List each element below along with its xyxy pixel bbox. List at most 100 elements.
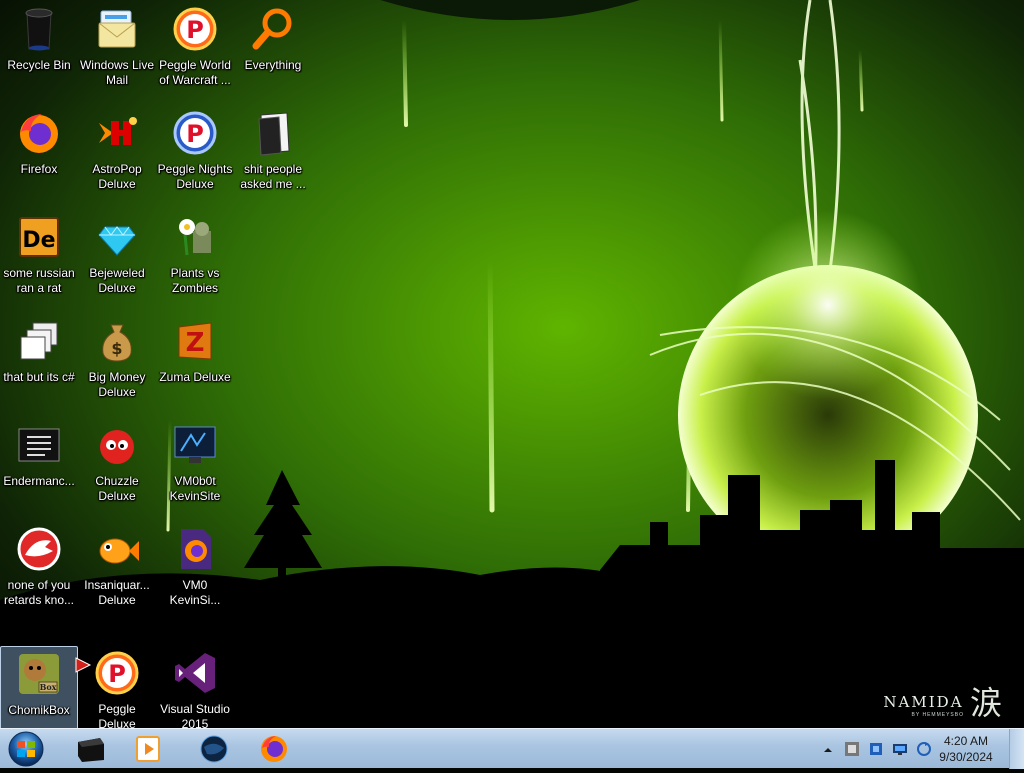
chuzzle-icon: [93, 421, 141, 469]
taskbar-clock[interactable]: 4:20 AM 9/30/2024: [936, 733, 996, 765]
taskbar-pinned-firefox[interactable]: [248, 731, 300, 767]
desktop-icon[interactable]: Insaniquar... Deluxe: [78, 522, 156, 624]
svg-text:Z: Z: [186, 328, 205, 358]
taskbar-pinned-app-1[interactable]: [64, 731, 116, 767]
desktop-icon[interactable]: AstroPop Deluxe: [78, 106, 156, 208]
desktop-icon-label: Plants vs Zombies: [170, 266, 220, 295]
desktop-icon-label: Bejeweled Deluxe: [89, 266, 145, 295]
show-desktop-button[interactable]: [1009, 729, 1024, 769]
tray-security-button[interactable]: [868, 741, 884, 757]
peggle-icon: P: [93, 649, 141, 697]
desktop-icon-label: some russian ran a rat: [3, 266, 75, 295]
firefox-document-icon: [171, 525, 219, 573]
desktop-icon[interactable]: Firefox: [0, 106, 78, 208]
desktop-icon-label: AstroPop Deluxe: [92, 162, 142, 191]
magnifier-icon: [249, 5, 297, 53]
desktop-icon[interactable]: Everything: [234, 2, 312, 104]
desktop-icon[interactable]: Recycle Bin: [0, 2, 78, 104]
desktop-icon-label: Chuzzle Deluxe: [95, 474, 139, 503]
desktop-icon-label: shit people asked me ...: [240, 162, 306, 191]
desktop-icon[interactable]: De some russian ran a rat: [0, 210, 78, 312]
desktop-icon[interactable]: Windows Live Mail: [78, 2, 156, 104]
desktop-icon[interactable]: Chuzzle Deluxe: [78, 418, 156, 520]
taskbar-pinned-app-2[interactable]: [122, 731, 174, 767]
shortcut-arrow-overlay: [74, 656, 92, 679]
peggle-icon: P: [171, 5, 219, 53]
desktop-icon-label: Insaniquar... Deluxe: [84, 578, 150, 607]
bejeweled-gem-icon: [93, 213, 141, 261]
visual-studio-icon: [171, 649, 219, 697]
svg-text:P: P: [186, 16, 204, 44]
desktop-icon-label: Big Money Deluxe: [88, 370, 146, 399]
desktop: Recycle Bin Firefox De some russian ran a r…: [0, 0, 1024, 748]
peggle-nights-icon: P: [171, 109, 219, 157]
tray-network-icon: [893, 744, 907, 755]
desktop-icon-label: ChomikBox: [8, 703, 70, 717]
tray-shield-icon: [870, 743, 882, 755]
desktop-icon-label: Peggle Nights Deluxe: [157, 162, 233, 191]
brand-byline: BY HEMMEYSBO: [911, 712, 964, 718]
desktop-icon-label: VM0 KevinSi...: [169, 578, 221, 607]
svg-text:P: P: [108, 660, 126, 688]
firefox-icon: [261, 736, 287, 762]
zuma-icon: Z: [171, 317, 219, 365]
desktop-icon-label: that but its c#: [3, 370, 75, 384]
desktop-icon[interactable]: Endermanc...: [0, 418, 78, 520]
svg-text:De: De: [22, 228, 55, 253]
desktop-icon[interactable]: VM0 KevinSi...: [156, 522, 234, 624]
svg-text:P: P: [186, 120, 204, 148]
monitor-shortcut-icon: [171, 421, 219, 469]
astropop-icon: [93, 109, 141, 157]
desktop-icon[interactable]: P Peggle World of Warcraft ...: [156, 2, 234, 104]
tray-refresh-button[interactable]: [916, 741, 932, 757]
black-box-icon: [78, 738, 104, 762]
desktop-icon-label: Windows Live Mail: [79, 58, 155, 87]
de-file-icon: De: [15, 213, 63, 261]
windows-live-mail-icon: [93, 5, 141, 53]
chomikbox-icon: Box: [15, 650, 63, 698]
brand-kanji: 涙: [969, 684, 1002, 722]
desktop-icon-label: none of you retards kno...: [3, 578, 75, 607]
desktop-icon-label: Peggle World of Warcraft ...: [159, 58, 231, 87]
red-dinosaur-icon: [15, 525, 63, 573]
dark-globe-icon: [200, 735, 228, 763]
desktop-icon[interactable]: Z Zuma Deluxe: [156, 314, 234, 416]
desktop-icon[interactable]: Bejeweled Deluxe: [78, 210, 156, 312]
tray-app-icon: [845, 742, 859, 756]
desktop-icon[interactable]: Plants vs Zombies: [156, 210, 234, 312]
console-window-icon: [15, 421, 63, 469]
desktop-icon[interactable]: $ Big Money Deluxe: [78, 314, 156, 416]
clock-date: 9/30/2024: [939, 750, 993, 764]
tray-refresh-icon: [917, 742, 931, 756]
tray-app-button[interactable]: [844, 741, 860, 757]
svg-text:$: $: [111, 339, 122, 358]
desktop-icon-label: Firefox: [20, 162, 58, 176]
show-hidden-icons-button[interactable]: [820, 742, 836, 758]
desktop-icon-label: Endermanc...: [3, 474, 75, 488]
desktop-icon[interactable]: that but its c#: [0, 314, 78, 416]
windows-stack-icon: [15, 317, 63, 365]
taskbar: 4:20 AM 9/30/2024: [0, 728, 1024, 769]
wallpaper-brand-logo: NAMIDA 涙 BY HEMMEYSBO: [883, 687, 1002, 719]
firefox-icon: [15, 109, 63, 157]
svg-text:Box: Box: [40, 682, 57, 692]
media-player-icon: [136, 736, 160, 762]
insaniquarium-fish-icon: [93, 525, 141, 573]
brand-name: NAMIDA: [883, 693, 964, 712]
desktop-icon[interactable]: VM0b0t KevinSite: [156, 418, 234, 520]
tray-network-button[interactable]: [892, 741, 908, 757]
recycle-bin-icon: [15, 5, 63, 53]
desktop-icon-label: VM0b0t KevinSite: [169, 474, 221, 503]
show-hidden-icons-chevron-icon: [824, 748, 832, 752]
desktop-icon-label: Recycle Bin: [7, 58, 71, 72]
document-folder-icon: [249, 109, 297, 157]
windows-start-orb-icon: [8, 731, 44, 767]
taskbar-pinned-app-3[interactable]: [188, 731, 240, 767]
desktop-icon[interactable]: shit people asked me ...: [234, 106, 312, 208]
desktop-icon[interactable]: P Peggle Nights Deluxe: [156, 106, 234, 208]
start-button[interactable]: [6, 730, 46, 768]
plants-vs-zombies-icon: [171, 213, 219, 261]
desktop-icon-label: Everything: [244, 58, 302, 72]
clock-time: 4:20 AM: [943, 734, 989, 748]
desktop-icon[interactable]: none of you retards kno...: [0, 522, 78, 624]
